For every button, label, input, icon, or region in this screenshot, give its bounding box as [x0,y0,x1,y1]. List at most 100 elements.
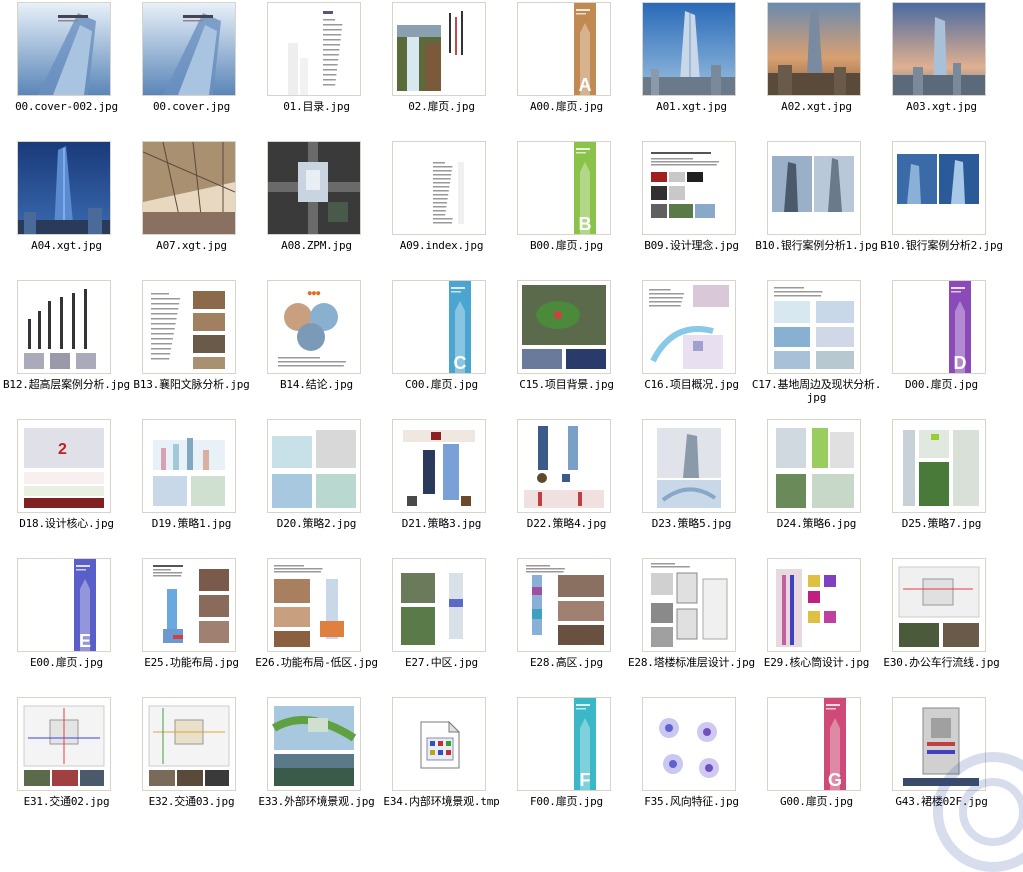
file-thumbnail[interactable] [267,558,361,652]
file-item[interactable]: E25.功能布局.jpg [129,556,254,694]
file-thumbnail[interactable]: 2 [17,419,111,513]
file-item[interactable]: C16.项目概况.jpg [629,278,754,416]
file-item[interactable]: E33.外部环境景观.jpg [254,695,379,833]
file-thumbnail[interactable]: A [517,2,611,96]
file-thumbnail[interactable] [767,141,861,235]
file-name[interactable]: C00.扉页.jpg [375,378,508,391]
file-item[interactable]: C C00.扉页.jpg [379,278,504,416]
file-name[interactable]: E29.核心筒设计.jpg [750,656,883,669]
file-item[interactable]: A08.ZPM.jpg [254,139,379,277]
file-thumbnail[interactable] [142,419,236,513]
file-name[interactable]: A04.xgt.jpg [0,239,133,252]
file-thumbnail[interactable] [517,558,611,652]
file-name[interactable]: C16.项目概况.jpg [625,378,758,391]
file-thumbnail[interactable] [767,558,861,652]
file-thumbnail[interactable]: G [767,697,861,791]
file-item[interactable]: A04.xgt.jpg [4,139,129,277]
file-thumbnail[interactable] [392,2,486,96]
file-item[interactable]: 00.cover.jpg [129,0,254,138]
file-name[interactable]: D18.设计核心.jpg [0,517,133,530]
file-name[interactable]: E28.高区.jpg [500,656,633,669]
file-item[interactable]: D23.策略5.jpg [629,417,754,555]
file-item[interactable]: B12.超高层案例分析.jpg [3,278,130,416]
file-item[interactable]: 02.扉页.jpg [379,0,504,138]
file-thumbnail[interactable] [17,141,111,235]
file-name[interactable]: D25.策略7.jpg [875,517,1008,530]
file-name[interactable]: E34.内部环境景观.tmp [375,795,508,808]
file-thumbnail[interactable] [517,419,611,513]
file-item[interactable]: E27.中区.jpg [379,556,504,694]
file-thumbnail[interactable] [767,2,861,96]
file-name[interactable]: A07.xgt.jpg [125,239,258,252]
file-item[interactable]: D21.策略3.jpg [379,417,504,555]
file-item[interactable]: 2 D18.设计核心.jpg [4,417,129,555]
file-item[interactable]: D25.策略7.jpg [879,417,1004,555]
file-name[interactable]: E25.功能布局.jpg [125,656,258,669]
file-name[interactable]: 00.cover.jpg [125,100,258,113]
file-item[interactable]: ●●● B14.结论.jpg [254,278,379,416]
file-thumbnail[interactable] [642,697,736,791]
file-name[interactable]: D20.策略2.jpg [250,517,383,530]
file-name[interactable]: F00.扉页.jpg [500,795,633,808]
file-name[interactable]: B14.结论.jpg [250,378,383,391]
file-thumbnail[interactable] [517,280,611,374]
file-thumbnail[interactable] [767,419,861,513]
file-item[interactable]: E30.办公车行流线.jpg [879,556,1004,694]
file-thumbnail[interactable] [142,2,236,96]
file-name[interactable]: D22.策略4.jpg [500,517,633,530]
file-name[interactable]: E32.交通03.jpg [125,795,258,808]
file-name[interactable]: B09.设计理念.jpg [625,239,758,252]
file-thumbnail[interactable] [267,697,361,791]
file-thumbnail[interactable] [392,141,486,235]
file-name[interactable]: A01.xgt.jpg [625,100,758,113]
file-name[interactable]: E30.办公车行流线.jpg [875,656,1008,669]
file-name[interactable]: D23.策略5.jpg [625,517,758,530]
file-name[interactable]: 00.cover-002.jpg [0,100,133,113]
file-thumbnail[interactable] [17,2,111,96]
file-item[interactable]: B13.襄阳文脉分析.jpg [129,278,254,416]
file-thumbnail[interactable] [267,141,361,235]
file-item[interactable]: A09.index.jpg [379,139,504,277]
file-name[interactable]: E00.扉页.jpg [0,656,133,669]
file-thumbnail[interactable] [142,697,236,791]
file-item[interactable]: E26.功能布局-低区.jpg [254,556,379,694]
file-name[interactable]: A08.ZPM.jpg [250,239,383,252]
file-item[interactable]: D D00.扉页.jpg [879,278,1004,416]
file-item[interactable]: E E00.扉页.jpg [4,556,129,694]
file-name[interactable]: E33.外部环境景观.jpg [250,795,383,808]
file-thumbnail[interactable] [642,558,736,652]
file-thumbnail[interactable]: ●●● [267,280,361,374]
file-name[interactable]: D21.策略3.jpg [375,517,508,530]
file-thumbnail[interactable] [892,2,986,96]
file-item[interactable]: D20.策略2.jpg [254,417,379,555]
file-thumbnail[interactable] [642,280,736,374]
file-item[interactable]: F F00.扉页.jpg [504,695,629,833]
file-thumbnail[interactable] [892,141,986,235]
file-item[interactable]: B10.银行案例分析1.jpg [754,139,879,277]
file-item[interactable]: F35.风向特征.jpg [629,695,754,833]
file-name[interactable]: F35.风向特征.jpg [625,795,758,808]
file-name[interactable]: D19.策略1.jpg [125,517,258,530]
file-item[interactable]: A02.xgt.jpg [754,0,879,138]
file-thumbnail[interactable] [892,558,986,652]
file-name[interactable]: B00.扉页.jpg [500,239,633,252]
file-thumbnail[interactable]: F [517,697,611,791]
file-thumbnail[interactable] [392,558,486,652]
file-item[interactable]: E28.塔楼标准层设计.jpg [628,556,755,694]
file-item[interactable]: E29.核心筒设计.jpg [754,556,879,694]
file-name[interactable]: E26.功能布局-低区.jpg [250,656,383,669]
file-name[interactable]: 02.扉页.jpg [375,100,508,113]
file-item[interactable]: B B00.扉页.jpg [504,139,629,277]
file-thumbnail[interactable] [767,280,861,374]
file-item[interactable]: A07.xgt.jpg [129,139,254,277]
file-item[interactable]: C17.基地周边及现状分析.jpg [752,278,881,416]
file-thumbnail[interactable] [642,419,736,513]
file-name[interactable]: A00.扉页.jpg [500,100,633,113]
file-thumbnail[interactable] [267,2,361,96]
file-name[interactable]: 01.目录.jpg [250,100,383,113]
file-item[interactable]: A A00.扉页.jpg [504,0,629,138]
file-thumbnail[interactable] [392,419,486,513]
file-name[interactable]: B13.襄阳文脉分析.jpg [125,378,258,391]
file-item[interactable]: A03.xgt.jpg [879,0,1004,138]
file-name[interactable]: C17.基地周边及现状分析.jpg [750,378,883,404]
